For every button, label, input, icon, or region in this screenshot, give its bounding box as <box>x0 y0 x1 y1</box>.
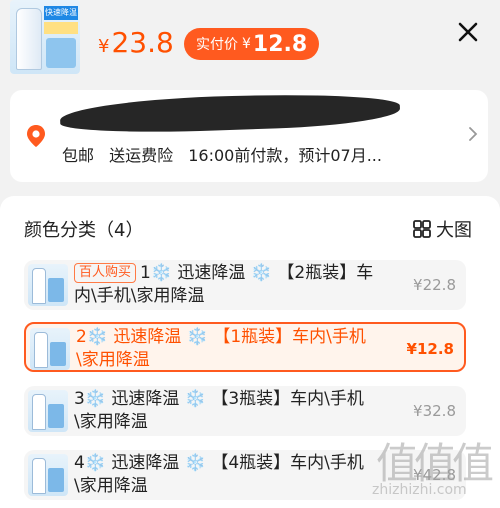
variant-thumbnail <box>28 454 68 496</box>
pay-price-pill: 实付价 ¥ 12.8 <box>184 28 320 60</box>
bottle-pack-image <box>46 38 76 68</box>
variant-text: 4❄️ 迅速降温 ❄️ 【4瓶装】车内\手机\家用降温 <box>74 452 384 498</box>
spray-can-image <box>16 8 42 70</box>
thumb-label: 快速降温 <box>44 6 78 20</box>
variant-thumbnail <box>28 264 68 306</box>
pay-currency: ¥ <box>242 36 251 52</box>
popularity-badge: 百人购买 <box>74 263 137 283</box>
variant-text: 百人购买 1❄️ 迅速降温 ❄️ 【2瓶装】车内\手机\家用降温 <box>74 262 384 308</box>
watermark-url: zhizhizhi.com <box>372 482 467 498</box>
thumb-banner <box>44 22 78 34</box>
original-price-value: 23.8 <box>111 26 174 59</box>
variant-label: 4❄️ 迅速降温 ❄️ 【4瓶装】车内\手机\家用降温 <box>74 453 364 496</box>
variant-option[interactable]: 3❄️ 迅速降温 ❄️ 【3瓶装】车内\手机\家用降温 ¥32.8 <box>24 386 466 436</box>
insurance-text: 送运费险 <box>109 146 174 165</box>
address-card[interactable]: 包邮 送运费险 16:00前付款，预计07月... <box>10 90 488 182</box>
variant-option[interactable]: 百人购买 1❄️ 迅速降温 ❄️ 【2瓶装】车内\手机\家用降温 ¥22.8 <box>24 260 466 310</box>
delivery-info: 包邮 送运费险 16:00前付款，预计07月... <box>62 142 392 166</box>
variant-label: 2❄️ 迅速降温 ❄️ 【1瓶装】车内\手机\家用降温 <box>76 327 366 370</box>
price-header: 快速降温 ¥23.8 实付价 ¥ 12.8 <box>0 0 500 84</box>
shipping-text: 包邮 <box>62 146 95 165</box>
variant-thumbnail <box>30 328 70 370</box>
section-title: 颜色分类（4） <box>24 220 144 241</box>
variant-price: ¥32.8 <box>413 402 456 420</box>
variant-label: 3❄️ 迅速降温 ❄️ 【3瓶装】车内\手机\家用降温 <box>74 389 364 432</box>
variant-price: ¥22.8 <box>413 276 456 294</box>
original-price: ¥23.8 <box>98 24 174 66</box>
big-view-button[interactable]: 大图 <box>412 216 472 242</box>
variant-thumbnail <box>28 390 68 432</box>
close-icon[interactable] <box>456 20 480 44</box>
variant-option-selected[interactable]: 2❄️ 迅速降温 ❄️ 【1瓶装】车内\手机\家用降温 ¥12.8 <box>24 322 466 372</box>
pay-price-value: 12.8 <box>252 31 308 57</box>
product-thumbnail[interactable]: 快速降温 <box>10 0 80 74</box>
currency-symbol: ¥ <box>98 36 110 57</box>
chevron-right-icon <box>469 127 478 141</box>
variant-price: ¥12.8 <box>406 340 454 358</box>
pay-price-label: 实付价 <box>196 37 238 53</box>
deadline-text: 16:00前付款，预计07月... <box>188 146 382 165</box>
redacted-address <box>59 90 401 136</box>
big-view-label: 大图 <box>436 220 472 241</box>
location-pin-icon <box>27 125 45 147</box>
grid-icon <box>413 220 431 238</box>
variant-text: 2❄️ 迅速降温 ❄️ 【1瓶装】车内\手机\家用降温 <box>76 326 386 370</box>
variant-text: 3❄️ 迅速降温 ❄️ 【3瓶装】车内\手机\家用降温 <box>74 388 384 434</box>
watermark: 值值值 zhizhizhi.com <box>370 430 500 508</box>
